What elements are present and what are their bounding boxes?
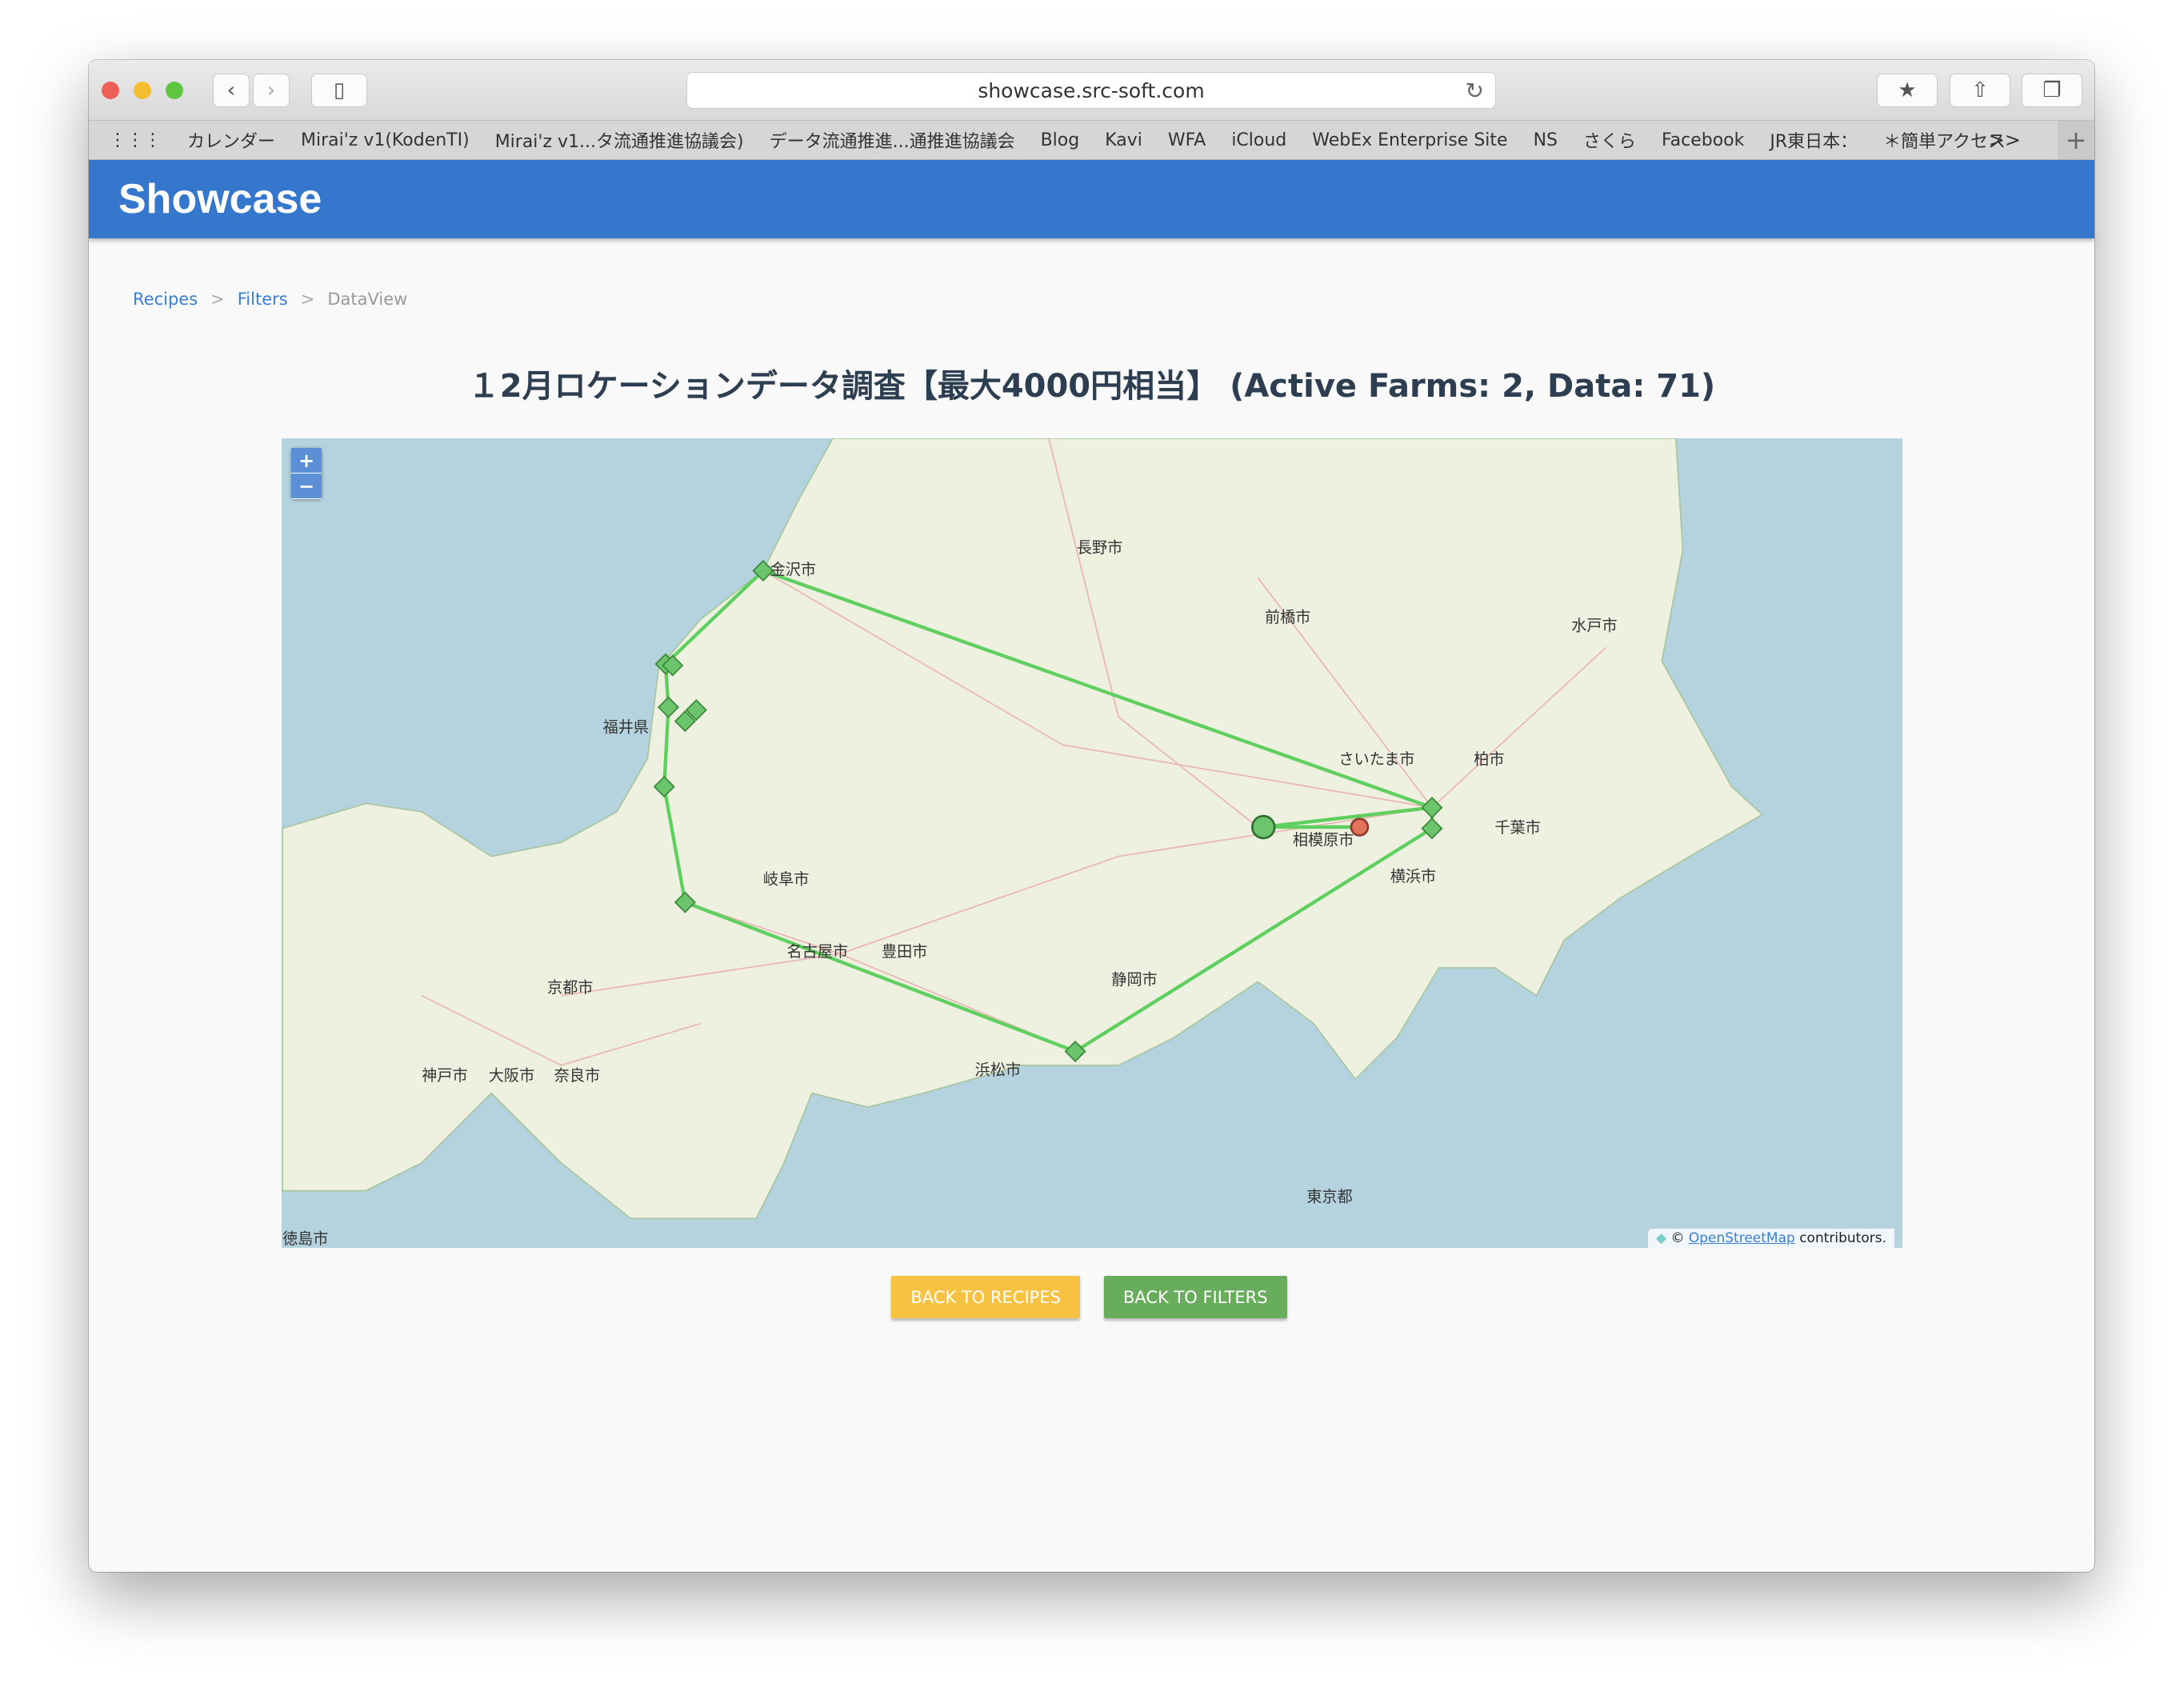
app-title[interactable]: Showcase: [118, 175, 322, 223]
url-text: showcase.src-soft.com: [978, 78, 1205, 102]
bookmark-item[interactable]: iCloud: [1231, 130, 1286, 150]
map-label: 柏市: [1474, 750, 1504, 769]
action-buttons: BACK TO RECIPES BACK TO FILTERS: [89, 1276, 2094, 1318]
copyright-symbol: ©: [1670, 1230, 1685, 1246]
map-label: 奈良市: [554, 1066, 600, 1085]
share-icon[interactable]: ⇧: [1950, 74, 2010, 107]
map-label: 福井県: [603, 718, 649, 737]
breadcrumb-filters[interactable]: Filters: [238, 290, 288, 309]
breadcrumb-recipes[interactable]: Recipes: [133, 290, 198, 309]
bookmark-item[interactable]: Mirai'z v1...タ流通推進協議会): [495, 127, 744, 153]
forward-icon[interactable]: ›: [253, 74, 290, 107]
map-label: 横浜市: [1390, 867, 1436, 885]
breadcrumb: Recipes > Filters > DataView: [133, 290, 407, 309]
maximize-window-button[interactable]: [166, 82, 183, 99]
back-icon[interactable]: ‹: [213, 74, 250, 107]
app-header: Showcase: [89, 160, 2094, 238]
map-label: 静岡市: [1111, 970, 1157, 989]
bookmark-item[interactable]: JR東日本：: [1770, 127, 1858, 153]
zoom-in-button[interactable]: +: [291, 448, 322, 474]
map-label: 豊田市: [882, 942, 927, 961]
reload-icon[interactable]: ↻: [1466, 78, 1484, 104]
map-label: 長野市: [1077, 538, 1122, 557]
breadcrumb-separator: >: [300, 290, 315, 309]
bookmark-item[interactable]: ＊簡単アクセス: [1883, 127, 2006, 153]
bookmark-item[interactable]: カレンダー: [187, 127, 275, 153]
bookmark-item[interactable]: Blog: [1041, 130, 1080, 150]
leaflet-icon: ◆: [1655, 1230, 1667, 1246]
map-label: 岐阜市: [763, 869, 809, 888]
breadcrumb-current: DataView: [327, 290, 408, 309]
map-label: 徳島市: [282, 1229, 328, 1248]
zoom-out-button[interactable]: −: [291, 474, 322, 499]
map-label: さいたま市: [1338, 750, 1414, 769]
map-label: 東京都: [1306, 1188, 1352, 1206]
breadcrumb-separator: >: [210, 290, 225, 309]
map-label: 水戸市: [1571, 616, 1617, 634]
bookmarks-bar: ⋮⋮⋮ カレンダー Mirai'z v1(KodenTI) Mirai'z v1…: [89, 120, 2094, 160]
new-tab-button[interactable]: +: [2058, 121, 2094, 159]
apps-grid-icon[interactable]: ⋮⋮⋮: [109, 130, 162, 150]
bookmark-item[interactable]: Kavi: [1105, 130, 1142, 150]
bookmark-icon[interactable]: ★: [1877, 74, 1938, 107]
bookmark-item[interactable]: データ流通推進...通推進協議会: [770, 127, 1015, 153]
map-label: 相模原市: [1293, 831, 1354, 849]
bookmark-item[interactable]: Facebook: [1662, 130, 1744, 150]
map-attribution: ◆ © OpenStreetMap contributors.: [1647, 1229, 1894, 1248]
map-label: 京都市: [547, 978, 593, 997]
tabs-icon[interactable]: ❐: [2022, 74, 2082, 107]
map-label: 名古屋市: [787, 942, 849, 961]
osm-link[interactable]: OpenStreetMap: [1689, 1230, 1795, 1246]
address-bar[interactable]: showcase.src-soft.com ↻: [686, 72, 1496, 109]
browser-window: ‹ › ▯ showcase.src-soft.com ↻ ★ ⇧ ❐ ⋮⋮⋮ カ…: [89, 60, 2094, 1572]
map-label: 浜松市: [975, 1061, 1021, 1079]
bookmark-item[interactable]: NS: [1534, 130, 1558, 150]
bookmark-item[interactable]: さくら: [1583, 127, 1636, 153]
browser-toolbar: ‹ › ▯ showcase.src-soft.com ↻ ★ ⇧ ❐: [89, 60, 2094, 120]
attribution-text: contributors.: [1799, 1230, 1886, 1246]
map-label: 前橋市: [1265, 608, 1310, 626]
map-label: 金沢市: [770, 561, 816, 579]
map-label: 千葉市: [1494, 818, 1540, 837]
back-to-recipes-button[interactable]: BACK TO RECIPES: [891, 1276, 1080, 1318]
farm-marker[interactable]: [1251, 814, 1276, 840]
map-label: 神戸市: [422, 1066, 467, 1085]
location-map[interactable]: 金沢市 長野市前橋市さいたま市千葉市横浜市 相模原市静岡市浜松市 名古屋市 豊田市 岐阜市…: [282, 438, 1902, 1248]
zoom-control: + −: [291, 448, 322, 499]
close-window-button[interactable]: [102, 82, 119, 99]
back-to-filters-button[interactable]: BACK TO FILTERS: [1103, 1276, 1287, 1318]
minimize-window-button[interactable]: [134, 82, 151, 99]
page-title: １2月ロケーションデータ調査【最大4000円相当】 (Active Farms:…: [467, 368, 1716, 405]
bookmark-item[interactable]: Mirai'z v1(KodenTI): [301, 130, 470, 150]
bookmark-item[interactable]: WFA: [1168, 130, 1206, 150]
sidebar-toggle-icon[interactable]: ▯: [311, 74, 367, 107]
bookmark-item[interactable]: WebEx Enterprise Site: [1312, 130, 1507, 150]
more-bookmarks-icon[interactable]: >>: [1989, 129, 2021, 151]
map-canvas[interactable]: 金沢市 長野市前橋市さいたま市千葉市横浜市 相模原市静岡市浜松市 名古屋市 豊田市 岐阜市…: [282, 438, 1902, 1248]
map-label: 大阪市: [489, 1066, 534, 1085]
